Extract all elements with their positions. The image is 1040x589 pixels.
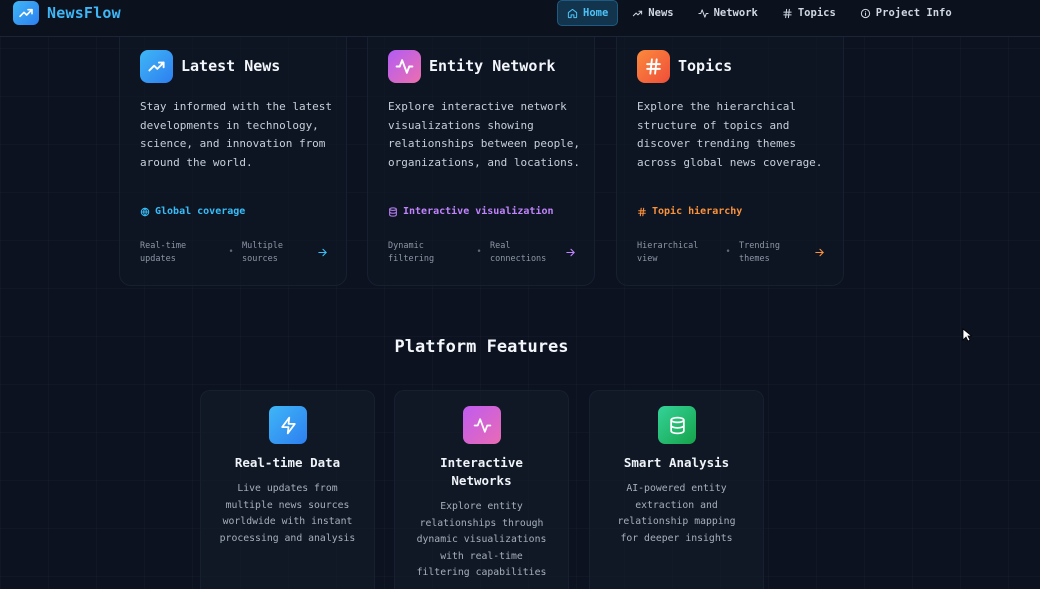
nav-home-label: Home bbox=[583, 7, 609, 19]
card-latest-news[interactable]: Latest News Stay informed with the lates… bbox=[119, 37, 347, 286]
arrow-right-icon[interactable] bbox=[317, 247, 328, 258]
activity-icon bbox=[698, 8, 709, 18]
feature-description: Explore entity relationships through dyn… bbox=[416, 501, 547, 578]
globe-icon bbox=[140, 206, 150, 217]
card-tag: Global coverage bbox=[140, 206, 245, 217]
feature-real-time-data: Real-time Data Live updates from multipl… bbox=[200, 390, 375, 589]
nav-project-info-label: Project Info bbox=[875, 7, 952, 19]
nav-topics[interactable]: Topics bbox=[772, 0, 846, 26]
hash-icon bbox=[638, 207, 646, 216]
feature-title: Real-time Data bbox=[234, 455, 341, 470]
brand[interactable]: NewsFlow bbox=[13, 1, 121, 25]
brand-name: NewsFlow bbox=[47, 4, 121, 22]
trending-up-icon bbox=[140, 50, 173, 83]
card-tag-label: Global coverage bbox=[155, 206, 246, 217]
nav-news-label: News bbox=[648, 7, 674, 19]
card-entity-network[interactable]: Entity Network Explore interactive netwo… bbox=[367, 37, 595, 286]
feature-title: Smart Analysis bbox=[623, 455, 730, 470]
card-footer: Dynamic filtering • Real connections bbox=[388, 240, 576, 265]
nav-topics-label: Topics bbox=[797, 7, 836, 19]
nav-home[interactable]: Home bbox=[557, 0, 619, 26]
hash-icon bbox=[783, 8, 792, 18]
activity-icon bbox=[388, 50, 421, 83]
card-footer: Real-time updates • Multiple sources bbox=[140, 240, 328, 265]
arrow-right-icon[interactable] bbox=[565, 247, 576, 258]
card-tag-label: Interactive visualization bbox=[403, 206, 554, 217]
card-footer-item: Dynamic filtering bbox=[388, 241, 435, 264]
card-tag: Interactive visualization bbox=[388, 206, 554, 217]
nav-network-label: Network bbox=[713, 7, 758, 19]
card-footer-item: Trending themes bbox=[739, 241, 780, 264]
mouse-cursor-icon bbox=[962, 328, 972, 342]
feature-title: Interactive Networks bbox=[440, 455, 523, 488]
database-icon bbox=[389, 206, 397, 217]
feature-description: AI-powered entity extraction and relatio… bbox=[617, 483, 736, 544]
card-title: Latest News bbox=[181, 57, 281, 75]
zap-icon bbox=[269, 406, 307, 444]
card-footer-item: Real connections bbox=[490, 241, 547, 264]
separator-dot: • bbox=[476, 247, 482, 258]
feature-smart-analysis: Smart Analysis AI-powered entity extract… bbox=[589, 390, 764, 589]
separator-dot: • bbox=[725, 247, 731, 258]
trending-up-icon bbox=[633, 10, 643, 16]
hash-icon bbox=[637, 50, 670, 83]
top-navbar: NewsFlow Home News Network Topics Projec… bbox=[0, 0, 1040, 37]
card-description: Explore interactive network visualizatio… bbox=[388, 100, 581, 169]
home-icon bbox=[567, 8, 578, 18]
main-nav: Home News Network Topics Project Info bbox=[557, 0, 962, 26]
card-footer-item: Hierarchical view bbox=[637, 241, 699, 264]
trending-up-icon bbox=[13, 1, 39, 25]
card-tag: Topic hierarchy bbox=[637, 206, 742, 217]
arrow-right-icon[interactable] bbox=[814, 247, 825, 258]
activity-icon bbox=[463, 406, 501, 444]
nav-news[interactable]: News bbox=[622, 0, 683, 26]
section-title: Platform Features bbox=[394, 337, 569, 357]
feature-description: Live updates from multiple news sources … bbox=[219, 483, 356, 544]
card-description: Explore the hierarchical structure of to… bbox=[637, 100, 823, 169]
card-description: Stay informed with the latest developmen… bbox=[140, 100, 333, 169]
card-title: Topics bbox=[678, 57, 733, 75]
nav-project-info[interactable]: Project Info bbox=[850, 0, 962, 26]
card-footer-item: Real-time updates bbox=[140, 241, 187, 264]
card-footer-item: Multiple sources bbox=[242, 241, 283, 264]
card-footer: Hierarchical view • Trending themes bbox=[637, 240, 825, 265]
card-topics[interactable]: Topics Explore the hierarchical structur… bbox=[616, 37, 844, 286]
card-tag-label: Topic hierarchy bbox=[652, 206, 743, 217]
nav-network[interactable]: Network bbox=[688, 0, 768, 26]
separator-dot: • bbox=[228, 247, 234, 258]
card-title: Entity Network bbox=[429, 57, 556, 75]
feature-interactive-networks: Interactive Networks Explore entity rela… bbox=[394, 390, 569, 589]
info-icon bbox=[860, 8, 870, 18]
database-icon bbox=[658, 406, 696, 444]
